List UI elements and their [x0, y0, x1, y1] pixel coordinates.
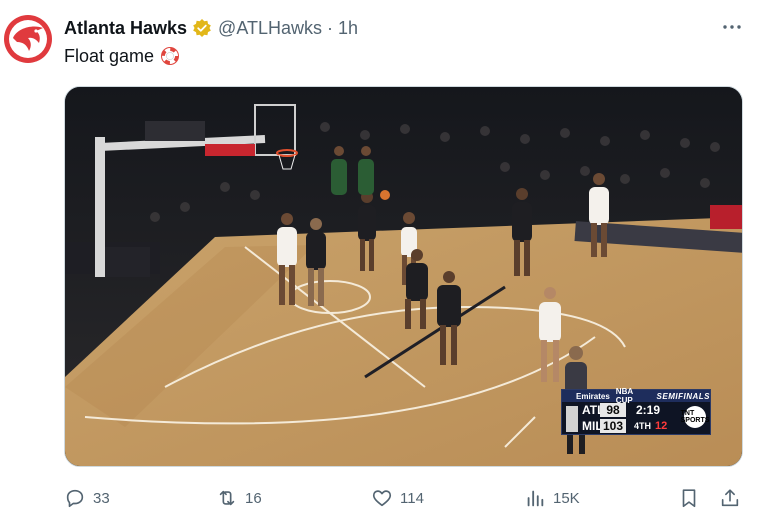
share-icon [721, 489, 739, 507]
action-bar: 33 16 114 15K [64, 484, 754, 512]
views-count: 15K [553, 489, 580, 507]
verified-badge-icon [192, 18, 212, 38]
hawks-logo-icon [4, 15, 52, 63]
team-score: 103 [600, 419, 626, 433]
video-player[interactable]: Emirates NBA CUP SEMIFINALS ATL 98 2:19 … [64, 86, 743, 467]
reply-icon [66, 489, 84, 508]
share-button[interactable] [719, 484, 741, 512]
author-handle[interactable]: @ATLHawks [218, 18, 322, 39]
repost-count: 16 [245, 489, 262, 507]
team-score: 98 [600, 403, 626, 417]
quarter: 4TH [634, 421, 652, 431]
author-name[interactable]: Atlanta Hawks [64, 18, 187, 39]
tweet-text: Float game [64, 44, 180, 68]
network-logo: TNT SPORTS [681, 406, 709, 428]
tweet-header: Atlanta Hawks @ATLHawks · 1h [64, 16, 358, 40]
tweet-body: Float game [64, 45, 155, 66]
score-bug-stage: SEMIFINALS [656, 391, 710, 401]
like-count: 114 [400, 489, 424, 507]
shot-clock: 12 [655, 420, 668, 432]
nba-logo-icon [566, 406, 578, 432]
views-button[interactable]: 15K [524, 484, 580, 512]
reply-count: 33 [93, 489, 110, 507]
lifebuoy-icon [160, 46, 180, 66]
score-bug-header: Emirates NBA CUP SEMIFINALS [562, 387, 710, 405]
game-clock: 2:19 [636, 403, 661, 417]
like-button[interactable]: 114 [371, 484, 424, 512]
reply-button[interactable]: 33 [64, 484, 110, 512]
avatar[interactable] [3, 14, 53, 64]
repost-button[interactable]: 16 [216, 484, 262, 512]
more-options-icon[interactable] [718, 16, 746, 38]
score-bug-sponsor: Emirates [576, 391, 610, 401]
post-time[interactable]: 1h [338, 18, 358, 39]
heart-icon [372, 490, 392, 507]
separator-dot: · [327, 17, 334, 38]
repost-icon [219, 490, 235, 506]
bookmark-button[interactable] [678, 484, 700, 512]
bookmark-icon [682, 489, 696, 508]
score-bug: Emirates NBA CUP SEMIFINALS ATL 98 2:19 … [561, 387, 711, 435]
analytics-icon [527, 490, 544, 507]
tweet[interactable]: Atlanta Hawks @ATLHawks · 1h Float game [0, 0, 759, 525]
